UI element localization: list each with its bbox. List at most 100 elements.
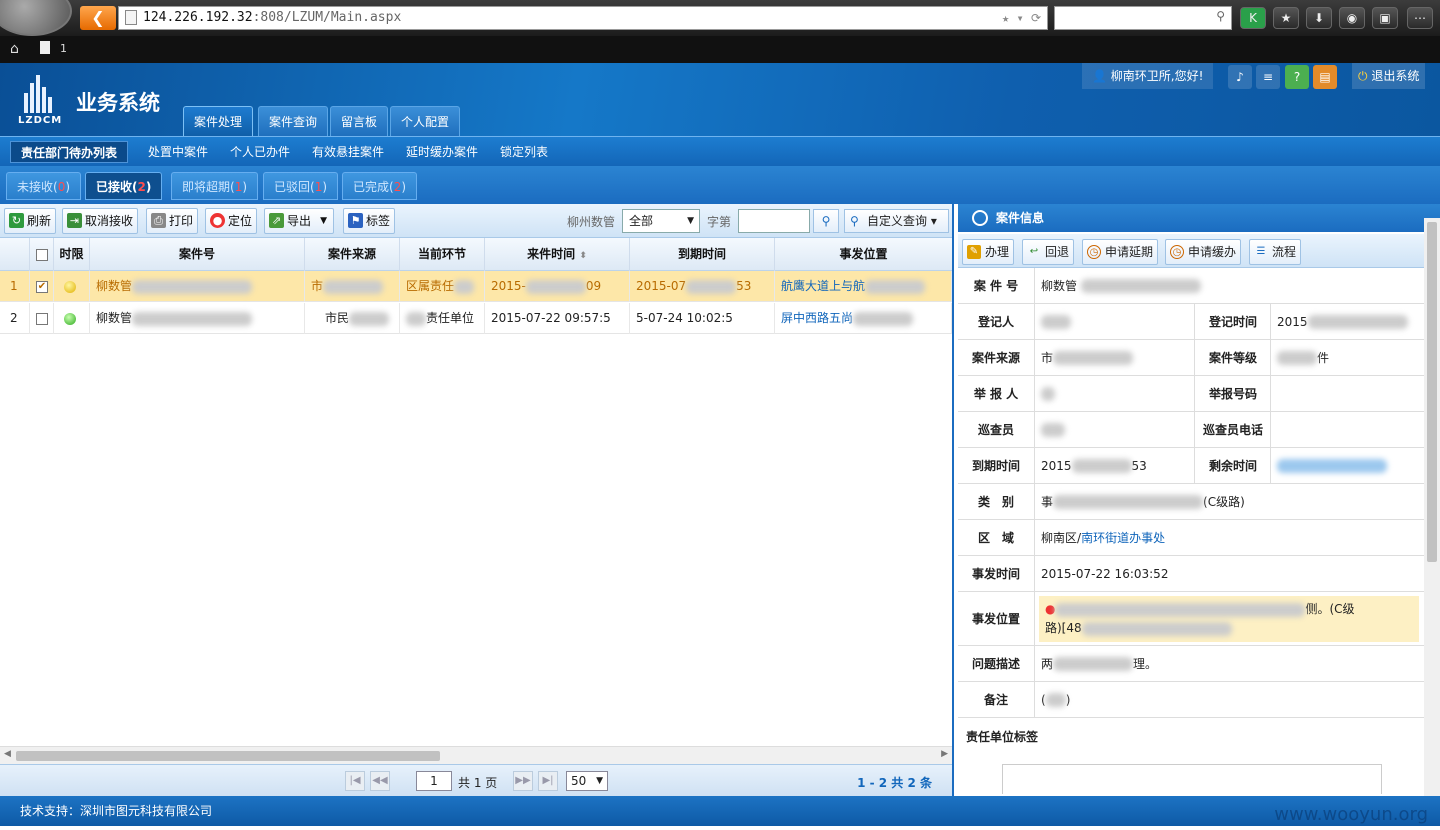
export-button[interactable]: ⇗ 导出 ▼ — [264, 208, 335, 234]
case-list-panel: ↻ 刷新 ⇥ 取消接收 ⎙ 打印 ● 定位 ⇗ 导出 ▼ ⚑ 标签 柳州数管 全部 ▼ 字第 ⚲… — [0, 204, 954, 796]
logout-button[interactable]: ⏻ 退出系统 — [1352, 63, 1426, 89]
tv-icon[interactable]: ▣ — [1372, 7, 1398, 29]
deadline-bulb-yellow-icon — [64, 280, 76, 293]
sub-navigation: 责任部门待办列表 处置中案件 个人已办件 有效悬挂案件 延时缓办案件 锁定列表 — [0, 136, 1440, 166]
locate-button[interactable]: ● 定位 — [205, 208, 258, 234]
scroll-left-icon[interactable]: ◀ — [4, 749, 11, 759]
page-number-input[interactable]: 1 — [416, 771, 452, 791]
row-checkbox[interactable] — [36, 312, 48, 325]
header-recv-time[interactable]: 来件时间 ⬍ — [485, 238, 630, 271]
tab-received[interactable]: 已接收(2) — [85, 172, 163, 200]
handle-button[interactable]: ✎ 办理 — [962, 239, 1015, 265]
header-stage[interactable]: 当前环节 — [400, 238, 485, 271]
return-button[interactable]: ↩ 回退 — [1022, 239, 1075, 265]
filter-select[interactable]: 全部 ▼ — [622, 209, 700, 233]
print-button[interactable]: ⎙ 打印 — [146, 208, 199, 234]
tag-button[interactable]: ⚑ 标签 — [343, 208, 396, 234]
app-title: 业务系统 — [76, 91, 160, 115]
header-location[interactable]: 事发位置 — [775, 238, 952, 271]
help-icon[interactable]: ? — [1285, 65, 1309, 89]
user-greeting: 👤 柳南环卫所,您好! — [1082, 63, 1214, 89]
chevron-down-icon: ▼ — [687, 216, 694, 226]
case-number-input[interactable] — [738, 209, 810, 233]
chevron-down-icon: ▼ — [596, 776, 603, 786]
gamepad-icon[interactable]: ◉ — [1339, 7, 1365, 29]
window-icon[interactable]: ▤ — [1313, 65, 1337, 89]
header-checkbox[interactable] — [30, 238, 54, 271]
header-case-no[interactable]: 案件号 — [90, 238, 305, 271]
download-icon[interactable]: ⬇ — [1306, 7, 1332, 29]
subnav-suspended[interactable]: 有效悬挂案件 — [302, 141, 394, 163]
tab-case-query[interactable]: 案件查询 — [258, 106, 329, 136]
list-icon: ☰ — [1256, 246, 1266, 257]
cancel-receive-icon: ⇥ — [67, 213, 82, 228]
back-arrow-button[interactable]: ❮ — [80, 6, 116, 30]
select-all-checkbox[interactable] — [35, 248, 48, 261]
refresh-button[interactable]: ↻ 刷新 — [4, 208, 57, 234]
subnav-processing[interactable]: 处置中案件 — [138, 141, 218, 163]
home-icon[interactable]: ⌂ — [10, 41, 19, 57]
scroll-thumb[interactable] — [16, 751, 440, 761]
tab-near-overdue[interactable]: 即将超期(1) — [171, 172, 259, 200]
event-location-box[interactable]: ● 侧。(C级 路)[48 — [1039, 596, 1419, 642]
prev-page-icon[interactable]: ◀◀ — [370, 771, 390, 791]
search-button[interactable]: ⚲ — [813, 209, 839, 233]
scroll-right-icon[interactable]: ▶ — [941, 749, 948, 759]
vertical-scrollbar[interactable] — [1424, 218, 1440, 796]
table-row[interactable]: 2 柳数管 市民 责任单位 2015-07-22 09:57:5 5-07-24… — [0, 303, 952, 334]
bookmark-star-icon[interactable]: ★ — [1273, 7, 1299, 29]
sound-icon[interactable]: ♪ — [1228, 65, 1252, 89]
apply-extension-button[interactable]: ◷ 申请延期 — [1082, 239, 1159, 265]
tag-textarea[interactable] — [1002, 764, 1382, 794]
scroll-thumb[interactable] — [1427, 222, 1437, 562]
header-source[interactable]: 案件来源 — [305, 238, 400, 271]
location-link[interactable]: 航鹰大道上与航 — [775, 271, 952, 302]
tab-rejected[interactable]: 已驳回(1) — [263, 172, 339, 200]
refresh-icon: ↻ — [9, 213, 24, 228]
list-icon[interactable]: ≡ — [1256, 65, 1280, 89]
header-deadline[interactable]: 时限 — [54, 238, 90, 271]
street-link[interactable]: 南环街道办事处 — [1081, 529, 1165, 546]
panel-toolbar: ✎ 办理 ↩ 回退 ◷ 申请延期 ◷ 申请缓办 ☰ 流程 — [958, 234, 1424, 268]
row-checkbox[interactable]: ✔ — [36, 280, 48, 293]
custom-query-button[interactable]: ⚲ 自定义查询 ▾ — [844, 209, 949, 233]
subnav-deferred[interactable]: 延时缓办案件 — [396, 141, 488, 163]
tab-case-handling[interactable]: 案件处理 — [183, 106, 254, 136]
info-row-registrant: 登记人 登记时间 2015 — [958, 304, 1424, 340]
browser-back-circle-icon[interactable] — [0, 0, 72, 36]
extension-k-icon[interactable]: K — [1240, 7, 1266, 29]
next-page-icon[interactable]: ▶▶ — [513, 771, 533, 791]
header-due-time[interactable]: 到期时间 — [630, 238, 775, 271]
search-icon: ⚲ — [850, 214, 859, 228]
horizontal-scrollbar[interactable]: ◀ ▶ — [0, 746, 952, 764]
last-page-icon[interactable]: ▶| — [538, 771, 558, 791]
search-icon[interactable]: ⚲ — [1216, 9, 1225, 23]
first-page-icon[interactable]: |◀ — [345, 771, 365, 791]
menu-icon[interactable]: ⋯ — [1407, 7, 1433, 29]
clock-icon: ◷ — [1170, 245, 1184, 259]
case-info-panel: 案件信息 ✎ 办理 ↩ 回退 ◷ 申请延期 ◷ 申请缓办 ☰ 流程 案 件 号 柳数管 登… — [958, 204, 1440, 796]
apply-defer-button[interactable]: ◷ 申请缓办 — [1165, 239, 1242, 265]
tab-completed[interactable]: 已完成(2) — [342, 172, 418, 200]
star-icon[interactable]: ★ ▾ ⟳ — [1002, 7, 1041, 29]
browser-search-field[interactable]: ⚲ — [1054, 6, 1232, 30]
record-info: 1 - 2 共 2 条 — [857, 776, 932, 790]
status-tabs: 未接收(0) 已接收(2) 即将超期(1) 已驳回(1) 已完成(2) — [0, 166, 1440, 204]
subnav-todo-list[interactable]: 责任部门待办列表 — [10, 141, 129, 163]
subnav-locked[interactable]: 锁定列表 — [490, 141, 558, 163]
tab-personal-config[interactable]: 个人配置 — [390, 106, 461, 136]
bookmark-tab-label[interactable]: 1 — [60, 42, 67, 55]
flow-button[interactable]: ☰ 流程 — [1249, 239, 1302, 265]
chevron-down-icon: ▼ — [320, 216, 328, 226]
location-link[interactable]: 屏中西路五尚 — [775, 303, 952, 334]
info-row-due: 到期时间 2015 53 剩余时间 — [958, 448, 1424, 484]
table-row[interactable]: 1 ✔ 柳数管 市 区属责任 2015- 09 2015-07 53 航鹰大道上与航 — [0, 271, 952, 302]
page-size-select[interactable]: 50 ▼ — [566, 771, 608, 791]
cancel-receive-button[interactable]: ⇥ 取消接收 — [62, 208, 139, 234]
sort-icon[interactable]: ⬍ — [579, 251, 587, 261]
tab-not-received[interactable]: 未接收(0) — [6, 172, 82, 200]
clock-icon: ◷ — [1087, 245, 1101, 259]
subnav-personal-done[interactable]: 个人已办件 — [220, 141, 300, 163]
tab-message-board[interactable]: 留言板 — [330, 106, 389, 136]
address-bar[interactable]: 124.226.192.32:808/LZUM/Main.aspx ★ ▾ ⟳ — [118, 6, 1048, 30]
